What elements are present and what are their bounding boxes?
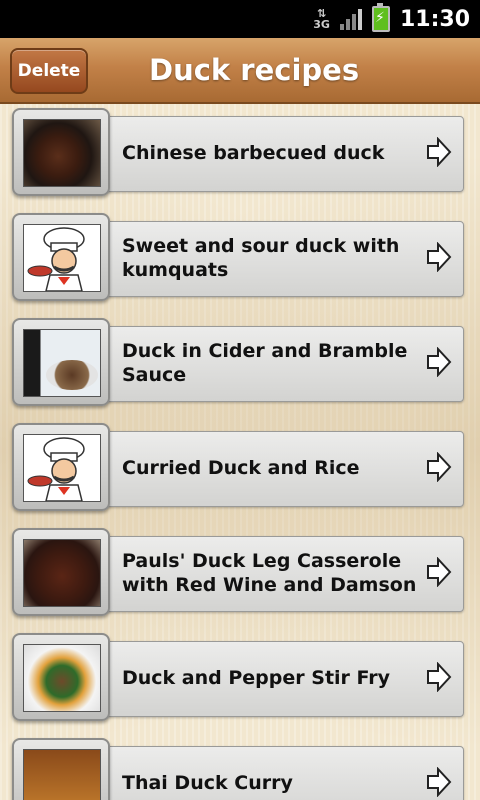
recipe-thumbnail	[12, 528, 110, 616]
recipe-thumbnail	[12, 213, 110, 301]
arrow-right-icon	[427, 242, 452, 272]
delete-button[interactable]: Delete	[10, 48, 88, 94]
arrow-right-icon	[427, 137, 452, 167]
casserole-image	[23, 539, 101, 607]
signal-strength-icon	[339, 8, 362, 30]
recipe-title: Pauls' Duck Leg Casserole with Red Wine …	[122, 550, 417, 596]
recipe-row-sweet-and-sour-duck[interactable]: Sweet and sour duck with kumquats	[12, 213, 464, 303]
recipe-thumbnail	[12, 108, 110, 196]
recipe-row-duck-pepper-stir-fry[interactable]: Duck and Pepper Stir Fry	[12, 633, 464, 723]
recipe-title: Chinese barbecued duck	[122, 142, 385, 164]
chef-placeholder-image	[23, 434, 101, 502]
chef-placeholder-image	[23, 224, 101, 292]
clock: 11:30	[399, 6, 470, 32]
recipe-title: Duck in Cider and Bramble Sauce	[122, 340, 408, 386]
battery-charging-icon: ⚡	[371, 3, 390, 32]
recipe-row-chinese-barbecued-duck[interactable]: Chinese barbecued duck	[12, 108, 464, 198]
arrow-right-icon	[427, 557, 452, 587]
recipe-thumbnail	[12, 318, 110, 406]
recipe-title: Sweet and sour duck with kumquats	[122, 235, 400, 281]
thai-curry-image	[23, 749, 101, 800]
recipe-title: Curried Duck and Rice	[122, 457, 360, 479]
arrow-right-icon	[427, 767, 452, 797]
recipe-title: Thai Duck Curry	[122, 772, 293, 794]
recipe-row-thai-duck-curry[interactable]: Thai Duck Curry	[12, 738, 464, 800]
recipe-thumbnail	[12, 423, 110, 511]
recipe-row-curried-duck[interactable]: Curried Duck and Rice	[12, 423, 464, 513]
recipe-row-duck-leg-casserole[interactable]: Pauls' Duck Leg Casserole with Red Wine …	[12, 528, 464, 618]
arrow-right-icon	[427, 347, 452, 377]
recipe-thumbnail	[12, 633, 110, 721]
cider-duck-image	[23, 329, 101, 397]
arrow-right-icon	[427, 662, 452, 692]
recipe-row-duck-in-cider[interactable]: Duck in Cider and Bramble Sauce	[12, 318, 464, 408]
recipe-thumbnail	[12, 738, 110, 800]
stir-fry-image	[23, 644, 101, 712]
barbecued-duck-image	[23, 119, 101, 187]
title-bar: Delete Duck recipes	[0, 38, 480, 104]
status-bar: ⇅ 3G ⚡ 11:30	[0, 0, 480, 38]
network-3g-icon: ⇅ 3G	[313, 7, 330, 31]
page-title: Duck recipes	[149, 53, 360, 87]
recipe-list[interactable]: Chinese barbecued duck Sweet and sour du…	[0, 102, 480, 800]
arrow-right-icon	[427, 452, 452, 482]
recipe-title: Duck and Pepper Stir Fry	[122, 667, 391, 689]
